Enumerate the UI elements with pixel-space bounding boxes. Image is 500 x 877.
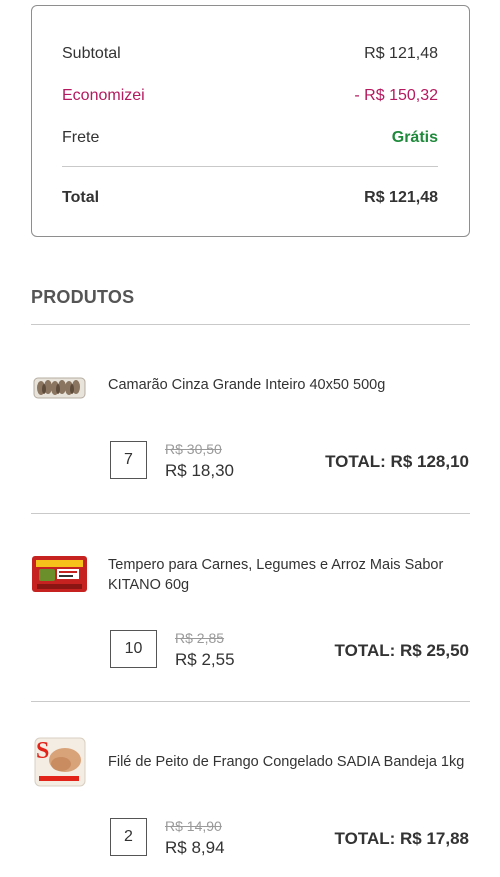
summary-divider — [62, 166, 438, 167]
old-price: R$ 14,90 — [165, 818, 222, 834]
product-total: TOTAL: R$ 25,50 — [334, 641, 469, 660]
order-summary-card: Subtotal R$ 121,48 Economizei - R$ 150,3… — [31, 5, 470, 237]
subtotal-row: Subtotal R$ 121,48 — [62, 42, 438, 66]
product-item: S Filé de Peito de Frango Congelado SADI… — [0, 702, 500, 877]
seasoning-package-icon[interactable] — [31, 552, 88, 596]
total-label: Total — [62, 189, 100, 206]
product-total: TOTAL: R$ 128,10 — [325, 452, 469, 471]
product-name[interactable]: Camarão Cinza Grande Inteiro 40x50 500g — [108, 375, 468, 395]
subtotal-value: R$ 121,48 — [364, 45, 438, 62]
savings-value: - R$ 150,32 — [354, 87, 438, 104]
savings-label: Economizei — [62, 87, 145, 104]
product-total: TOTAL: R$ 17,88 — [334, 829, 469, 848]
svg-text:S: S — [36, 738, 49, 764]
chicken-package-icon[interactable]: S — [31, 734, 88, 790]
shipping-row: Frete Grátis — [62, 126, 438, 150]
product-name[interactable]: Filé de Peito de Frango Congelado SADIA … — [108, 752, 468, 772]
savings-row: Economizei - R$ 150,32 — [62, 84, 438, 108]
subtotal-label: Subtotal — [62, 45, 121, 62]
products-section-title: PRODUTOS — [31, 287, 135, 307]
product-name[interactable]: Tempero para Carnes, Legumes e Arroz Mai… — [108, 555, 468, 595]
shipping-value: Grátis — [391, 129, 438, 146]
old-price: R$ 30,50 — [165, 441, 222, 457]
shipping-label: Frete — [62, 129, 100, 146]
current-price: R$ 2,55 — [175, 650, 235, 669]
shrimp-package-icon[interactable] — [31, 365, 88, 409]
product-item: Camarão Cinza Grande Inteiro 40x50 500g … — [0, 325, 500, 513]
total-value: R$ 121,48 — [364, 189, 438, 206]
quantity-field[interactable]: 2 — [110, 818, 147, 856]
total-row: Total R$ 121,48 — [62, 186, 438, 210]
product-item: Tempero para Carnes, Legumes e Arroz Mai… — [0, 514, 500, 702]
old-price: R$ 2,85 — [175, 630, 225, 646]
quantity-field[interactable]: 10 — [110, 630, 157, 668]
current-price: R$ 8,94 — [165, 838, 225, 857]
current-price: R$ 18,30 — [165, 461, 234, 480]
quantity-field[interactable]: 7 — [110, 441, 147, 479]
